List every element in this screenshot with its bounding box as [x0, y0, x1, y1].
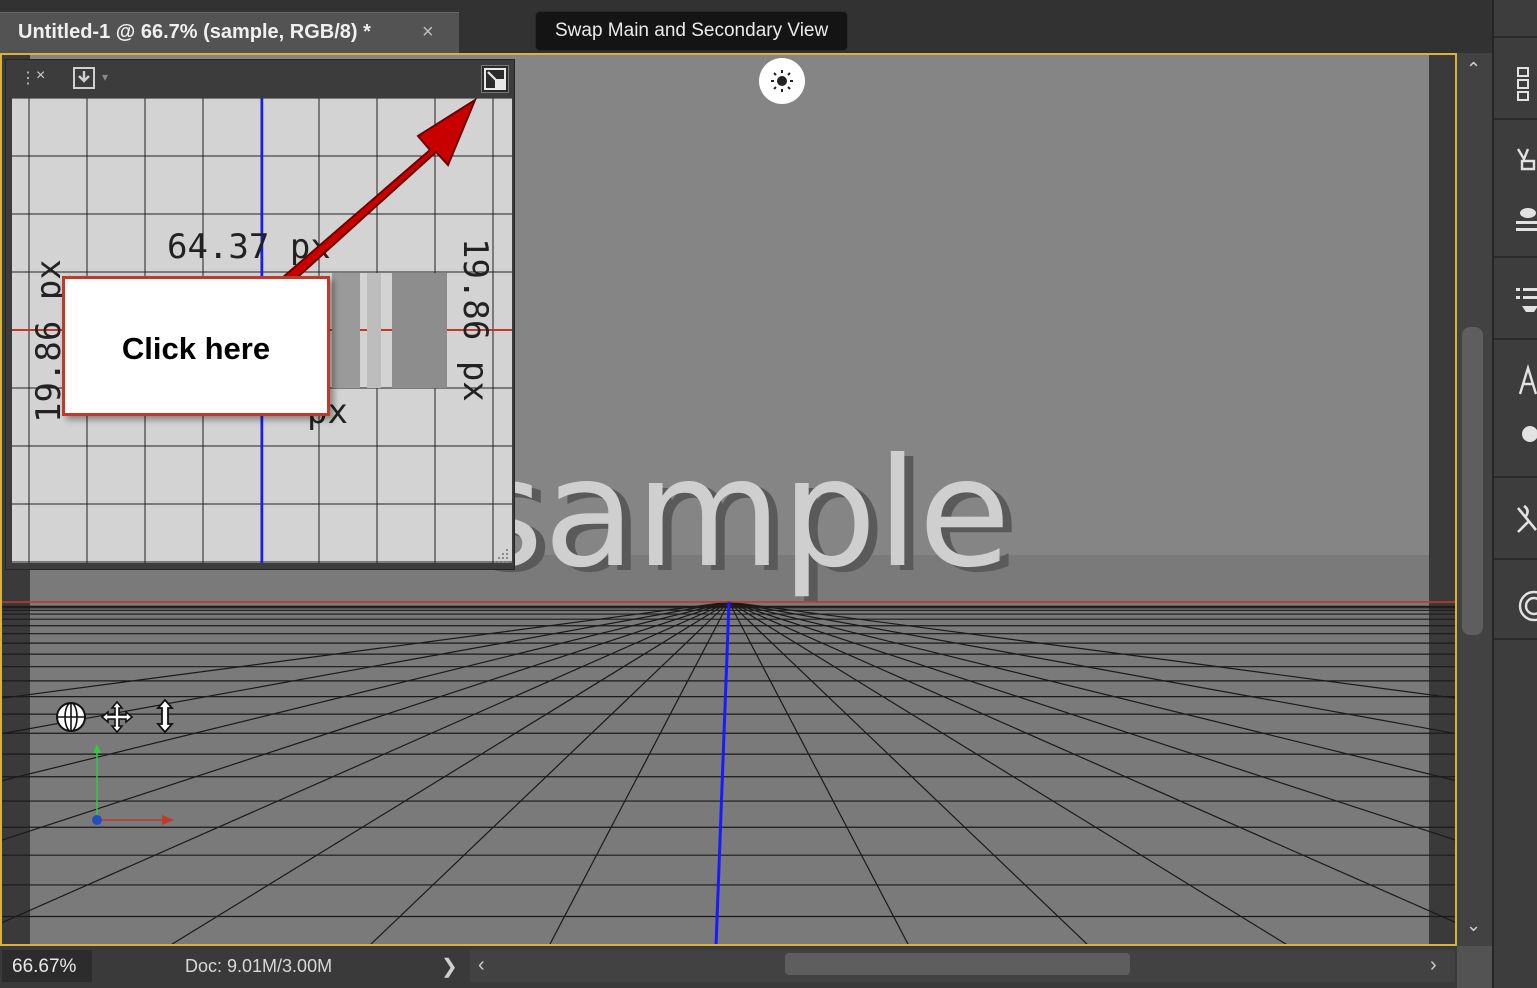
dolly-icon[interactable]: [148, 698, 182, 734]
horizontal-scrollbar[interactable]: ‹ ›: [470, 950, 1455, 982]
callout-text: Click here: [121, 331, 271, 366]
scroll-up-icon[interactable]: ⌃: [1466, 59, 1481, 80]
scroll-down-icon[interactable]: ⌄: [1466, 915, 1481, 936]
tooltip-text: Swap Main and Secondary View: [555, 20, 829, 41]
light-icon[interactable]: [759, 58, 805, 104]
chevron-down-icon[interactable]: ▾: [102, 70, 108, 84]
grip-icon[interactable]: ⋮: [20, 68, 36, 88]
close-icon[interactable]: ×: [36, 67, 45, 85]
swap-view-tooltip: Swap Main and Secondary View: [535, 11, 848, 51]
orbit-icon[interactable]: [54, 700, 88, 734]
cc-libraries-icon[interactable]: [1514, 586, 1537, 633]
properties-icon[interactable]: [1514, 282, 1537, 325]
secondary-view-header: ⋮ × ▾: [6, 60, 514, 98]
measure-top-label: 64.37 px: [167, 227, 331, 267]
export-icon[interactable]: [72, 66, 96, 90]
scroll-left-icon[interactable]: ‹: [478, 954, 485, 977]
character-icon[interactable]: [1514, 363, 1537, 407]
click-here-callout: Click here: [62, 276, 330, 416]
layers-icon[interactable]: [1514, 66, 1537, 109]
horizontal-scroll-thumb[interactable]: [785, 953, 1130, 975]
zoom-field[interactable]: 66.67%: [2, 950, 92, 982]
paragraph-icon[interactable]: [1514, 422, 1537, 453]
tools-icon[interactable]: [1514, 502, 1537, 549]
close-tab-icon[interactable]: ×: [422, 21, 434, 44]
status-menu-chevron-icon[interactable]: ❯: [441, 954, 458, 979]
scroll-right-icon[interactable]: ›: [1430, 954, 1437, 977]
vertical-scroll-thumb[interactable]: [1462, 327, 1483, 635]
document-info: Doc: 9.01M/3.00M: [185, 956, 333, 976]
swap-view-icon[interactable]: [481, 65, 509, 93]
vertical-scrollbar[interactable]: ⌃ ⌄: [1457, 53, 1492, 946]
document-tab-title[interactable]: Untitled-1 @ 66.7% (sample, RGB/8) *: [18, 21, 371, 44]
scene-3d-text-face: sample: [465, 427, 1010, 601]
measure-right-label: 19.86 px: [455, 238, 495, 402]
adjustment-icon[interactable]: [1514, 205, 1537, 242]
status-bar: 66.67% Doc: 9.01M/3.00M ❯ ‹ ›: [0, 946, 1457, 988]
brush-tools-icon[interactable]: [1514, 145, 1537, 194]
zoom-level[interactable]: 66.67%: [12, 956, 76, 978]
resize-handle-icon[interactable]: [490, 545, 510, 565]
document-tab[interactable]: Untitled-1 @ 66.7% (sample, RGB/8) * ×: [0, 12, 459, 53]
right-tools-panel: [1492, 0, 1537, 988]
axis-gizmo: [92, 744, 174, 825]
pan-icon[interactable]: [100, 700, 134, 734]
